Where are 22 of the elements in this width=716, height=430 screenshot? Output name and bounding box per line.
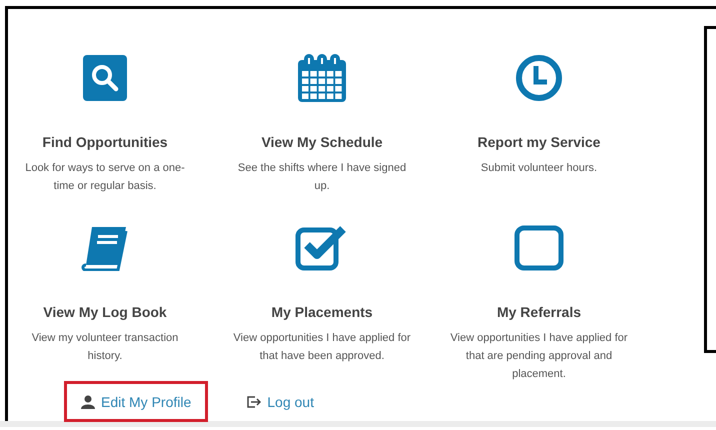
tile-title[interactable]: My Referrals (496, 304, 582, 320)
tile-title[interactable]: Report my Service (478, 134, 600, 150)
calendar-icon (298, 54, 346, 102)
tile-title[interactable]: View My Log Book (43, 304, 167, 320)
tile-title[interactable]: View My Schedule (261, 134, 383, 150)
book-icon (80, 225, 130, 271)
tile-description: View my volunteer transaction history. (30, 331, 180, 364)
clock-icon (515, 54, 563, 102)
tile-description: Look for ways to serve on a one-time or regular basis. (24, 161, 186, 194)
nav-link[interactable]: Log out (230, 381, 331, 422)
tile-description: See the shifts where I have signed up. (236, 161, 408, 194)
tile-description: View opportunities I have applied for that are pending approval and placement. (449, 331, 629, 382)
tile-description: View opportunities I have applied for that have been approved. (232, 331, 412, 364)
tile-description: Submit volunteer hours. (480, 161, 598, 176)
logout-icon (247, 396, 262, 408)
nav-link[interactable]: Edit My Profile (64, 381, 208, 422)
tile-title[interactable]: Find Opportunities (42, 134, 168, 150)
user-icon (81, 394, 95, 408)
square-icon (514, 225, 564, 271)
search-icon (83, 55, 127, 101)
checkbox-icon (295, 225, 349, 271)
tile-title[interactable]: My Placements (271, 304, 373, 320)
